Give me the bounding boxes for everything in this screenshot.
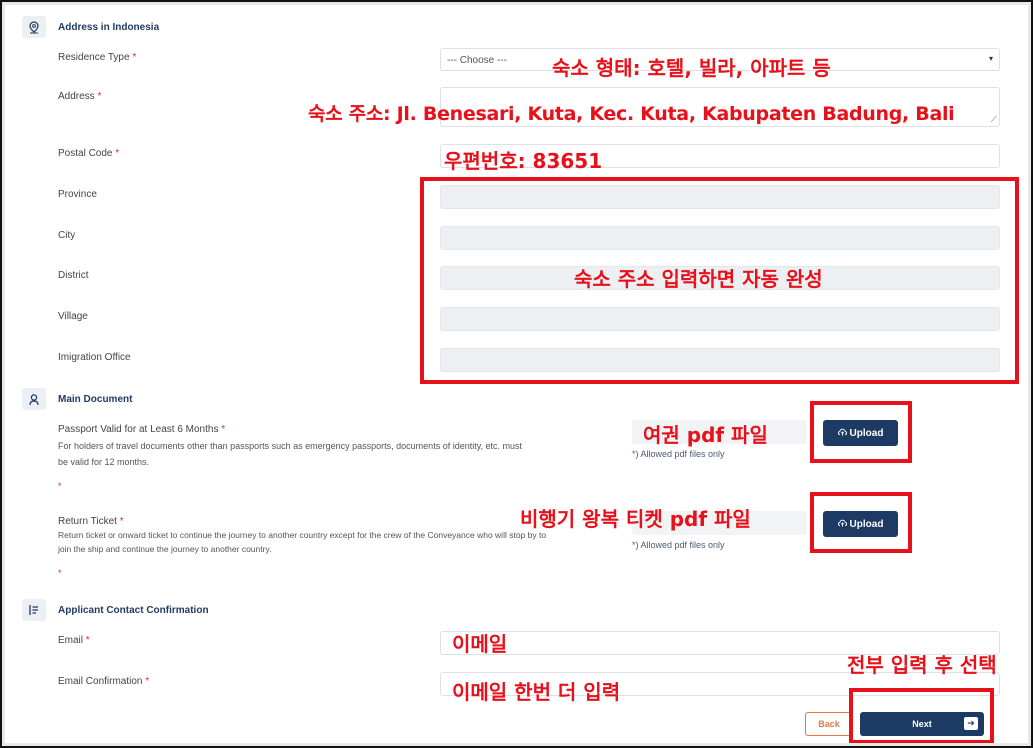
return-ticket-allowed-note: *) Allowed pdf files only: [632, 540, 725, 550]
passport-desc-line-2: be valid for 12 months.: [58, 457, 150, 467]
return-ticket-title: Return Ticket: [58, 516, 117, 527]
passport-allowed-note: *) Allowed pdf files only: [632, 449, 725, 459]
annotation-residence: 숙소 형태: 호텔, 빌라, 아파트 등: [552, 56, 831, 80]
required-marker: *: [119, 516, 124, 527]
chevron-down-icon: ▾: [988, 54, 993, 63]
annotation-email: 이메일: [452, 632, 508, 656]
annotation-address: 숙소 주소: Jl. Benesari, Kuta, Kec. Kuta, Ka…: [308, 103, 955, 125]
annotation-passport: 여권 pdf 파일: [643, 423, 768, 447]
address-label: Address *: [58, 91, 101, 102]
province-label: Province: [58, 189, 97, 200]
return-ticket-required-marker: *: [58, 568, 62, 578]
email-confirmation-label-text: Email Confirmation: [58, 676, 143, 687]
return-ticket-description: Return ticket or onward ticket to contin…: [58, 528, 546, 556]
required-marker: *: [221, 424, 226, 435]
required-marker: *: [115, 148, 120, 159]
postal-code-label-text: Postal Code: [58, 148, 113, 159]
required-marker: *: [132, 52, 137, 63]
required-marker: *: [97, 91, 102, 102]
email-confirmation-label: Email Confirmation *: [58, 676, 149, 687]
section-main-document-title: Main Document: [58, 393, 133, 405]
postal-code-label: Postal Code *: [58, 148, 119, 159]
village-label: Village: [58, 311, 88, 322]
location-pin-icon: [22, 16, 46, 38]
annotation-submit: 전부 입력 후 선택: [847, 653, 997, 677]
passport-upload-highlight-box: [810, 401, 912, 463]
annotation-email-again: 이메일 한번 더 입력: [452, 680, 621, 704]
section-contact-title: Applicant Contact Confirmation: [58, 604, 209, 616]
email-label-text: Email: [58, 635, 84, 646]
residence-type-placeholder: --- Choose ---: [447, 55, 508, 66]
back-button[interactable]: Back: [805, 712, 853, 736]
section-address-header: Address in Indonesia: [22, 16, 159, 38]
email-label: Email *: [58, 635, 90, 646]
address-label-text: Address: [58, 91, 95, 102]
annotation-autofill: 숙소 주소 입력하면 자동 완성: [574, 267, 823, 291]
annotation-postal: 우편번호: 83651: [444, 149, 603, 173]
required-marker: *: [145, 676, 150, 687]
passport-description: For holders of travel documents other th…: [58, 438, 522, 470]
passport-label: Passport Valid for at Least 6 Months *: [58, 424, 225, 435]
return-ticket-desc-line-2: join the ship and continue the journey t…: [58, 544, 272, 554]
annotation-ticket: 비행기 왕복 티켓 pdf 파일: [520, 507, 751, 531]
section-main-document-header: Main Document: [22, 388, 132, 410]
person-badge-icon: [22, 388, 46, 410]
return-ticket-label: Return Ticket *: [58, 516, 124, 527]
residence-type-label-text: Residence Type: [58, 52, 130, 63]
section-address-title: Address in Indonesia: [58, 21, 160, 33]
passport-title: Passport Valid for at Least 6 Months: [58, 424, 219, 435]
back-button-label: Back: [818, 719, 840, 729]
list-icon: [22, 599, 46, 621]
district-label: District: [58, 270, 89, 281]
return-ticket-desc-line-1: Return ticket or onward ticket to contin…: [58, 530, 547, 540]
residence-type-label: Residence Type *: [58, 52, 136, 63]
ticket-upload-highlight-box: [810, 492, 912, 553]
passport-required-marker: *: [58, 481, 62, 491]
resize-handle-icon[interactable]: ⟋: [991, 115, 997, 124]
section-contact-header: Applicant Contact Confirmation: [22, 599, 209, 621]
next-highlight-box: [849, 688, 994, 744]
required-marker: *: [85, 635, 90, 646]
imigration-office-label: Imigration Office: [58, 352, 131, 363]
city-label: City: [58, 230, 76, 241]
passport-desc-line-1: For holders of travel documents other th…: [58, 441, 523, 451]
